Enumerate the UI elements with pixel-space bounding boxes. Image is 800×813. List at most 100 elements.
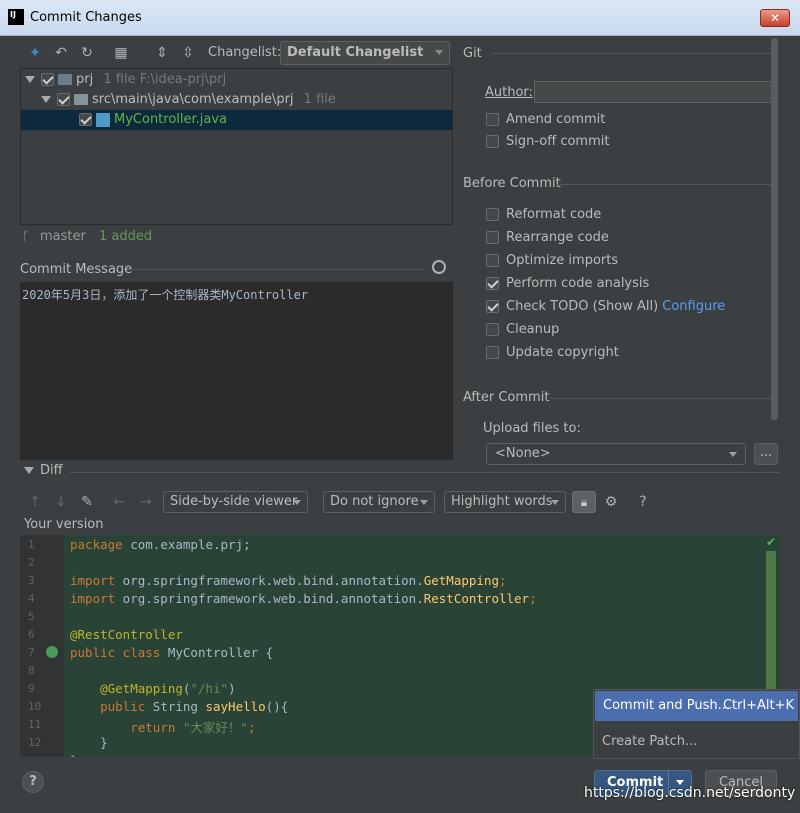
copyright-checkbox[interactable] (486, 346, 499, 359)
code-analysis-option[interactable]: Perform code analysis (486, 274, 649, 294)
upload-files-label: Upload files to: (483, 421, 581, 436)
update-copyright-option[interactable]: Update copyright (486, 343, 619, 363)
viewer-mode-dropdown[interactable]: Side-by-side viewer (163, 491, 308, 513)
expand-arrow-icon[interactable] (25, 76, 35, 83)
todo-label: Check TODO (Show All) (506, 299, 659, 314)
tree-folder-name: src\main\java\com\example\prj (92, 92, 294, 107)
author-input[interactable] (534, 81, 774, 103)
signoff-checkbox[interactable] (486, 135, 499, 148)
back-icon[interactable]: ← (110, 493, 128, 511)
ignore-policy-dropdown[interactable]: Do not ignore (323, 491, 435, 513)
tree-folder-meta: 1 file (303, 92, 336, 107)
chevron-down-icon (551, 500, 559, 505)
options-scrollbar[interactable] (771, 38, 778, 420)
line-number: 4 (28, 592, 35, 605)
code-line: } (70, 753, 78, 757)
cleanup-option[interactable]: Cleanup (486, 320, 559, 340)
code-line: @GetMapping("/hi") (100, 681, 236, 696)
tree-row-file[interactable]: MyController.java (21, 110, 452, 130)
window-close-button[interactable]: ✕ (760, 9, 790, 27)
line-number: 1 (28, 538, 35, 551)
checkbox-folder[interactable] (57, 93, 70, 106)
amend-commit-option[interactable]: Amend commit (486, 110, 605, 130)
next-difference-icon[interactable]: ↓ (52, 493, 70, 511)
lock-icon[interactable]: 🔒︎ (572, 491, 596, 513)
divider (557, 184, 772, 185)
ignore-policy-value: Do not ignore (330, 494, 419, 509)
line-number: 12 (28, 736, 42, 749)
diff-title: Diff (40, 463, 63, 478)
refresh-icon[interactable]: ↻ (78, 44, 96, 62)
edit-source-icon[interactable]: ✎ (78, 493, 96, 511)
highlight-mode-dropdown[interactable]: Highlight words (444, 491, 566, 513)
history-clock-icon[interactable] (432, 260, 446, 274)
expand-arrow-icon[interactable] (41, 96, 51, 103)
commit-and-push-label: Commit and Push... (603, 698, 731, 713)
todo-checkbox[interactable] (486, 300, 499, 313)
commit-message-label: Commit Message (20, 262, 133, 277)
line-number: 11 (28, 718, 42, 731)
forward-icon[interactable]: → (137, 493, 155, 511)
divider (492, 53, 772, 54)
signoff-commit-option[interactable]: Sign-off commit (486, 132, 609, 152)
no-errors-check-icon: ✔ (766, 535, 777, 549)
gear-icon[interactable]: ⚙ (602, 493, 620, 511)
copyright-label: Update copyright (506, 345, 619, 360)
group-by-icon[interactable]: ▦ (112, 44, 130, 62)
diff-collapse-arrow-icon[interactable] (24, 467, 34, 474)
tree-root-name: prj (76, 72, 94, 87)
checkbox-root[interactable] (41, 73, 54, 86)
author-label: Author: (485, 85, 533, 100)
collapse-all-icon[interactable]: ⇳ (179, 44, 197, 62)
java-class-icon (96, 112, 110, 127)
expand-all-icon[interactable]: ⇕ (153, 44, 171, 62)
commit-message-textarea[interactable]: 2020年5月3日，添加了一个控制器类MyController (20, 282, 453, 460)
help-button[interactable]: ? (22, 771, 44, 793)
check-todo-option[interactable]: Check TODO (Show All) Configure (486, 297, 725, 317)
code-line: } (70, 735, 108, 750)
reformat-code-option[interactable]: Reformat code (486, 205, 601, 225)
rollback-icon[interactable]: ↶ (52, 44, 70, 62)
upload-more-button[interactable]: ... (754, 443, 778, 465)
previous-difference-icon[interactable]: ↑ (26, 493, 44, 511)
code-line: import org.springframework.web.bind.anno… (70, 573, 507, 588)
optimize-imports-option[interactable]: Optimize imports (486, 251, 618, 271)
checkbox-file[interactable] (79, 113, 92, 126)
highlight-mode-value: Highlight words (451, 494, 553, 509)
branch-name[interactable]: master (40, 229, 86, 244)
line-number: 3 (28, 574, 35, 587)
code-line: public class MyController { (70, 645, 274, 660)
diff-help-icon[interactable]: ? (634, 493, 652, 511)
your-version-label: Your version (24, 517, 104, 532)
changelist-value: Default Changelist (287, 45, 424, 60)
window-title: Commit Changes (30, 10, 142, 25)
amend-label: Amend commit (506, 112, 606, 127)
rearrange-code-option[interactable]: Rearrange code (486, 228, 609, 248)
analysis-checkbox[interactable] (486, 277, 499, 290)
configure-link[interactable]: Configure (662, 299, 725, 314)
spring-bean-icon[interactable] (46, 646, 58, 658)
rearrange-checkbox[interactable] (486, 231, 499, 244)
optimize-checkbox[interactable] (486, 254, 499, 267)
amend-checkbox[interactable] (486, 113, 499, 126)
upload-target-dropdown[interactable]: <None> (486, 443, 746, 465)
changelist-dropdown[interactable]: Default Changelist (280, 41, 450, 65)
code-line: package com.example.prj; (70, 537, 251, 552)
line-number: 9 (28, 682, 35, 695)
commit-and-push-item[interactable]: Commit and Push... Ctrl+Alt+K (595, 691, 798, 721)
tree-row-folder[interactable]: src\main\java\com\example\prj 1 file (21, 90, 452, 110)
rearrange-label: Rearrange code (506, 230, 609, 245)
divider (128, 269, 425, 270)
added-count: 1 added (99, 229, 153, 244)
git-section-title: Git (463, 46, 482, 61)
after-commit-title: After Commit (463, 390, 550, 405)
commit-options-popup: Commit and Push... Ctrl+Alt+K Create Pat… (593, 689, 800, 759)
reformat-checkbox[interactable] (486, 208, 499, 221)
tree-file-name: MyController.java (114, 112, 228, 127)
tree-row-root[interactable]: prj 1 file F:\idea-prj\prj (21, 70, 452, 90)
before-commit-title: Before Commit (463, 176, 561, 191)
branch-icon: ᚴ (22, 229, 30, 243)
show-diff-icon[interactable]: ✦ (26, 44, 44, 62)
cleanup-checkbox[interactable] (486, 323, 499, 336)
create-patch-item[interactable]: Create Patch... (602, 734, 697, 749)
